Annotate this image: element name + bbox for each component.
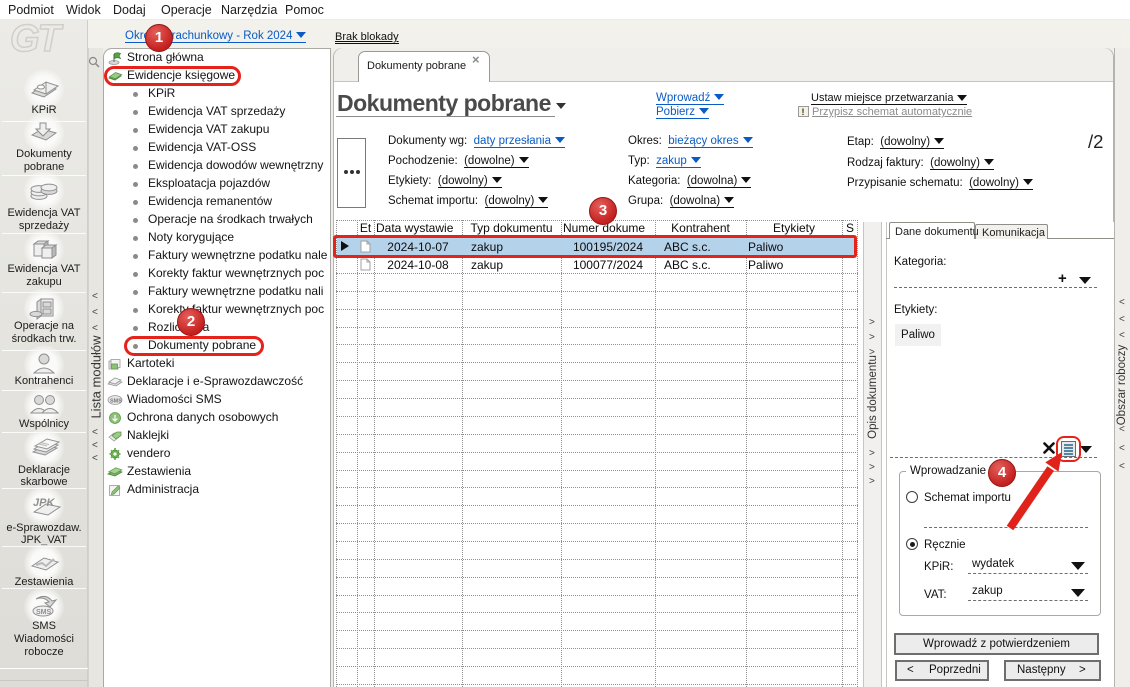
svg-text:JPK: JPK	[33, 497, 55, 509]
svg-text:SMS: SMS	[36, 609, 52, 616]
svg-text:!: !	[802, 107, 805, 117]
svg-text:SMS: SMS	[110, 399, 122, 405]
